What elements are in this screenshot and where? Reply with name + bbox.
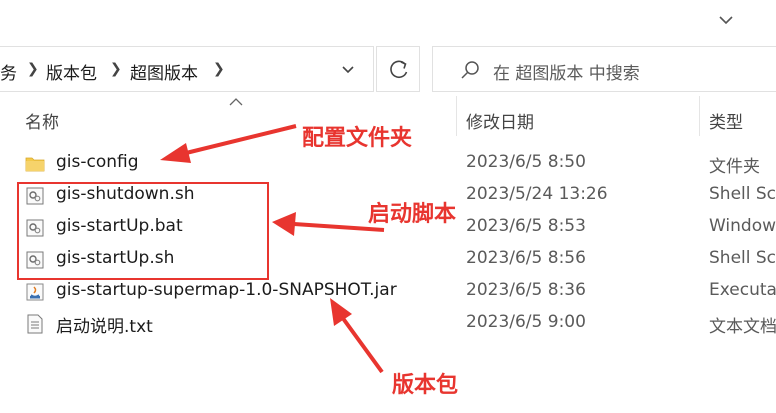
annotation-config-folder: 配置文件夹	[302, 126, 413, 151]
arrow-to-config-folder	[160, 124, 297, 163]
annotation-startup-scripts: 启动脚本	[368, 202, 457, 227]
annotation-version-package: 版本包	[392, 373, 459, 398]
arrow-to-version-package	[330, 298, 384, 374]
